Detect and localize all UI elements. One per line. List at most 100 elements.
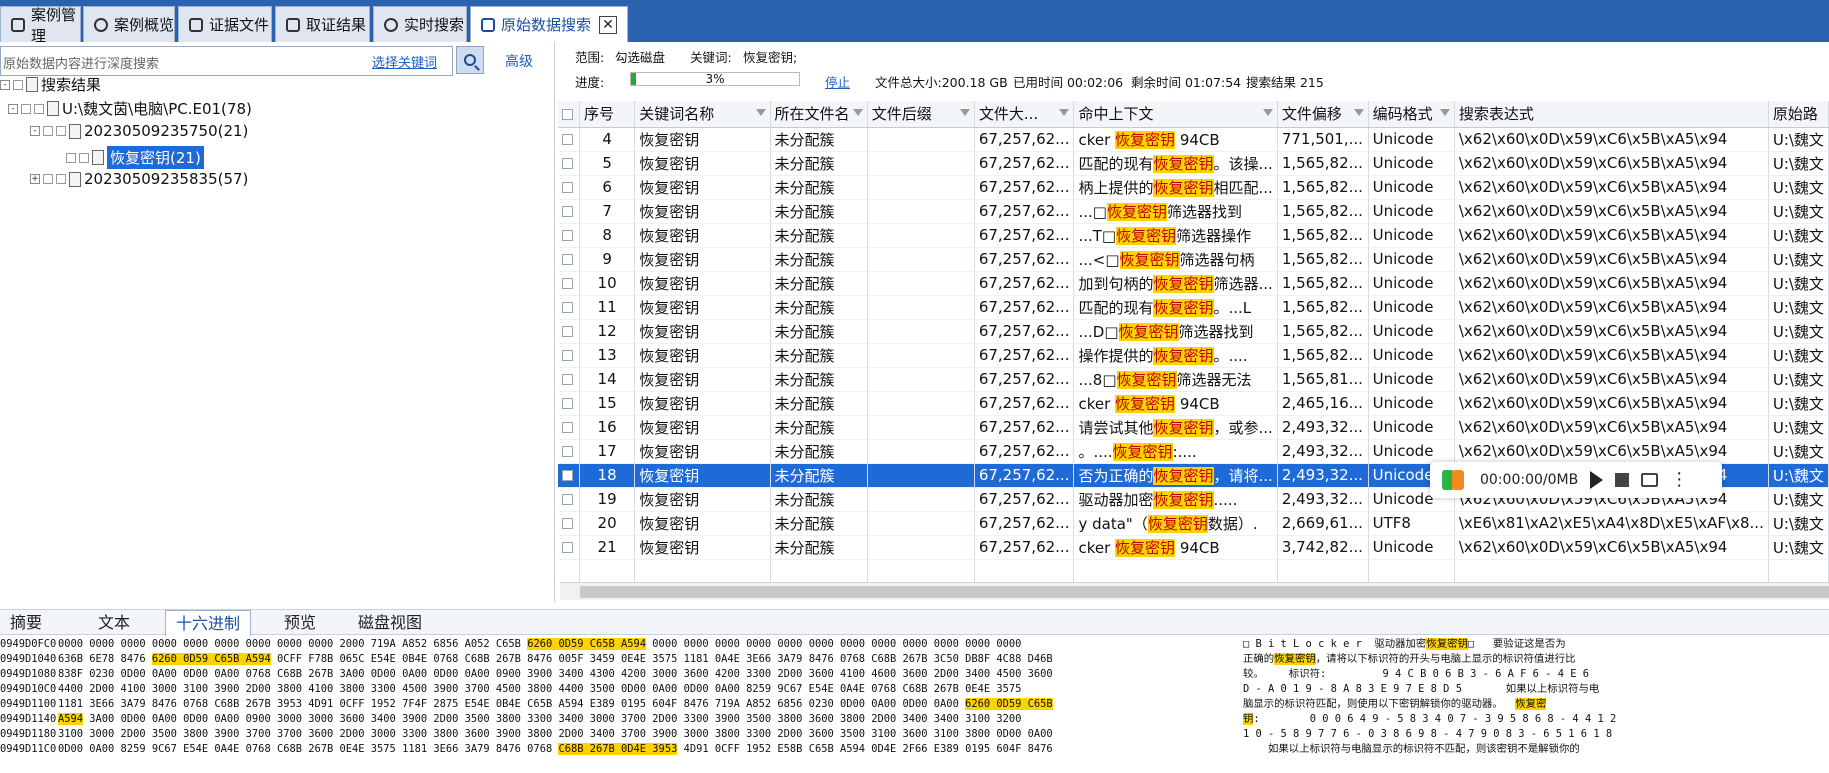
row-checkbox[interactable] [562, 398, 573, 409]
row-checkbox[interactable] [562, 542, 573, 553]
table-row[interactable]: 4 恢复密钥 未分配簇 67,257,62... cker 恢复密钥 94CB 771,5… [558, 127, 1829, 152]
row-checkbox-cell[interactable] [558, 271, 580, 296]
tree-checkbox[interactable] [43, 174, 53, 184]
tab-disk-view[interactable]: 磁盘视图 [348, 610, 432, 636]
table-row[interactable]: 11 恢复密钥 未分配簇 67,257,62... 匹配的现有恢复密钥。...L 1,56… [558, 295, 1829, 320]
row-checkbox[interactable] [562, 518, 573, 529]
tree-node-session-1[interactable]: -20230509235750(21) [30, 122, 248, 140]
col-header[interactable]: 文件后缀 [867, 101, 975, 128]
tab-evidence-files[interactable]: 证据文件 [178, 6, 272, 42]
table-row[interactable]: 17 恢复密钥 未分配簇 67,257,62... 。....恢复密钥:.... 2,49… [558, 439, 1829, 464]
col-header[interactable]: 命中上下文 [1073, 101, 1278, 128]
expand-toggle-icon[interactable]: - [30, 126, 40, 136]
row-checkbox[interactable] [562, 422, 573, 433]
row-checkbox-cell[interactable] [558, 415, 580, 440]
expand-toggle-icon[interactable]: + [30, 174, 40, 184]
tree-node-keyword-recovery[interactable]: 恢复密钥(21) [66, 146, 204, 169]
row-checkbox-cell[interactable] [558, 367, 580, 392]
row-checkbox[interactable] [562, 470, 573, 481]
row-checkbox[interactable] [562, 278, 573, 289]
row-checkbox[interactable] [562, 302, 573, 313]
tab-realtime-search[interactable]: 实时搜索 [373, 6, 467, 42]
row-checkbox[interactable] [562, 206, 573, 217]
row-checkbox-cell[interactable] [558, 343, 580, 368]
col-header[interactable]: 编码格式 [1368, 101, 1455, 128]
row-checkbox[interactable] [562, 350, 573, 361]
row-checkbox-cell[interactable] [558, 439, 580, 464]
col-header[interactable]: 文件偏移 [1277, 101, 1369, 128]
row-checkbox[interactable] [562, 494, 573, 505]
table-row[interactable]: 6 恢复密钥 未分配簇 67,257,62... 柄上提供的恢复密钥相匹配... 1,56… [558, 175, 1829, 200]
row-checkbox-cell[interactable] [558, 463, 580, 488]
row-checkbox[interactable] [562, 254, 573, 265]
tree-checkbox[interactable] [34, 103, 44, 114]
filter-icon[interactable] [1439, 109, 1450, 116]
table-row[interactable]: 16 恢复密钥 未分配簇 67,257,62... 请尝试其他恢复密钥，或参... 2,4… [558, 415, 1829, 440]
filter-icon[interactable] [959, 109, 970, 116]
filter-icon[interactable] [1059, 109, 1070, 116]
tree-checkbox[interactable] [56, 174, 66, 184]
table-row[interactable]: 12 恢复密钥 未分配簇 67,257,62... ...D□恢复密钥筛选器找到 1,56… [558, 319, 1829, 344]
tab-hex[interactable]: 十六进制 [165, 610, 252, 636]
table-row[interactable]: 7 恢复密钥 未分配簇 67,257,62... ...□恢复密钥筛选器找到 1,565,… [558, 199, 1829, 224]
stop-icon[interactable] [1615, 473, 1630, 487]
row-checkbox[interactable] [562, 134, 573, 145]
more-icon[interactable]: ⋮ [1670, 471, 1688, 489]
tree-node-session-2[interactable]: +20230509235835(57) [30, 170, 248, 188]
tree-checkbox[interactable] [79, 152, 89, 163]
filter-icon[interactable] [755, 109, 766, 116]
row-checkbox-cell[interactable] [558, 511, 580, 536]
tree-checkbox[interactable] [56, 126, 66, 136]
row-checkbox[interactable] [562, 158, 573, 169]
tree-node-evidence-image[interactable]: - U:\魏文茵\电脑\PC.E01(78) [8, 98, 252, 119]
filter-icon[interactable] [852, 109, 863, 116]
scroll-thumb[interactable] [580, 586, 1829, 598]
expand-toggle-icon[interactable]: - [0, 79, 10, 90]
play-icon[interactable] [1590, 471, 1604, 489]
table-row[interactable]: 10 恢复密钥 未分配簇 67,257,62... 加到句柄的恢复密钥筛选器... 1,5… [558, 271, 1829, 296]
tree-checkbox[interactable] [13, 79, 23, 90]
row-checkbox-cell[interactable] [558, 247, 580, 272]
search-button[interactable] [456, 46, 484, 74]
col-header[interactable]: 原始路 [1768, 101, 1829, 128]
col-header[interactable]: 文件大... [974, 101, 1075, 128]
image-icon[interactable] [1641, 473, 1659, 487]
select-keyword-link[interactable]: 选择关键词 [372, 52, 437, 71]
tab-case-overview[interactable]: 案例概览 [83, 6, 175, 42]
table-row[interactable]: 9 恢复密钥 未分配簇 67,257,62... ...<□恢复密钥筛选器句柄 1,565… [558, 247, 1829, 272]
table-row[interactable]: 5 恢复密钥 未分配簇 67,257,62... 匹配的现有恢复密钥。该操... 1,56… [558, 151, 1829, 176]
tree-checkbox[interactable] [66, 152, 76, 163]
tab-raw-data-search[interactable]: 原始数据搜索 ✕ [470, 6, 628, 42]
row-checkbox-cell[interactable] [558, 175, 580, 200]
col-header[interactable]: 搜索表达式 [1454, 101, 1769, 128]
advanced-link[interactable]: 高级 [505, 51, 533, 71]
select-all-header[interactable] [558, 101, 580, 128]
table-row[interactable]: 13 恢复密钥 未分配簇 67,257,62... 操作提供的恢复密钥。.... 1,56… [558, 343, 1829, 368]
row-checkbox-cell[interactable] [558, 295, 580, 320]
close-icon[interactable]: ✕ [599, 15, 617, 34]
row-checkbox[interactable] [562, 374, 573, 385]
table-row[interactable]: 8 恢复密钥 未分配簇 67,257,62... ...T□恢复密钥筛选器操作 1,565… [558, 223, 1829, 248]
row-checkbox-cell[interactable] [558, 391, 580, 416]
expand-toggle-icon[interactable]: - [8, 103, 18, 114]
filter-icon[interactable] [1353, 109, 1364, 116]
row-checkbox-cell[interactable] [558, 127, 580, 152]
table-row[interactable]: 21 恢复密钥 未分配簇 67,257,62... cker 恢复密钥 94CB 3,74… [558, 535, 1829, 560]
row-checkbox-cell[interactable] [558, 535, 580, 560]
table-row[interactable]: 14 恢复密钥 未分配簇 67,257,62... ...8□恢复密钥筛选器无法 1,56… [558, 367, 1829, 392]
tab-forensic-results[interactable]: 取证结果 [275, 6, 370, 42]
row-checkbox-cell[interactable] [558, 487, 580, 512]
tree-checkbox[interactable] [21, 103, 31, 114]
tab-preview[interactable]: 预览 [274, 610, 326, 636]
row-checkbox-cell[interactable] [558, 199, 580, 224]
col-header[interactable]: 关键词名称 [634, 101, 771, 128]
tab-case-management[interactable]: 案例管理 [0, 6, 81, 45]
table-row[interactable]: 15 恢复密钥 未分配簇 67,257,62... cker 恢复密钥 94CB 2,46… [558, 391, 1829, 416]
row-checkbox-cell[interactable] [558, 319, 580, 344]
row-checkbox[interactable] [562, 446, 573, 457]
row-checkbox[interactable] [562, 326, 573, 337]
tab-text[interactable]: 文本 [88, 610, 140, 636]
row-checkbox[interactable] [562, 230, 573, 241]
row-checkbox-cell[interactable] [558, 223, 580, 248]
table-row[interactable]: 20 恢复密钥 未分配簇 67,257,62... y data"（恢复密钥数据）. 2,… [558, 511, 1829, 536]
